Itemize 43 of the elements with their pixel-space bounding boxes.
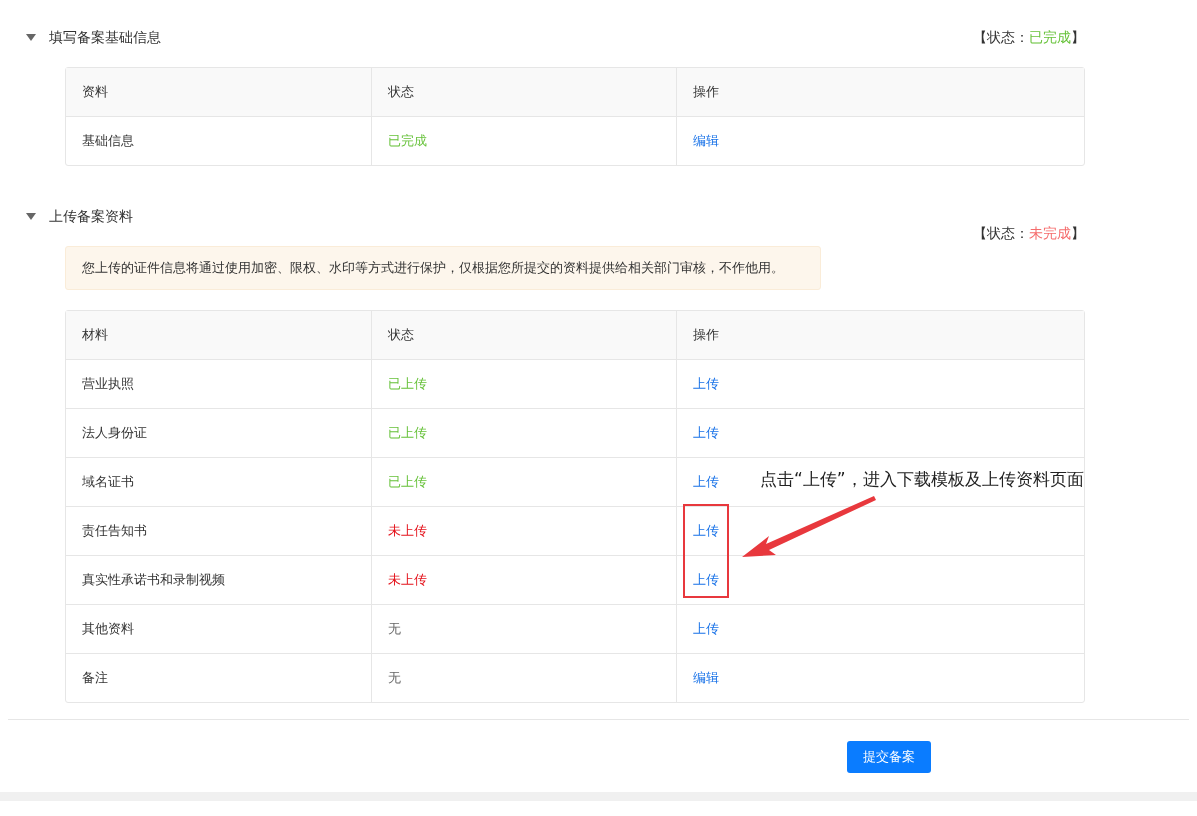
action-link[interactable]: 编辑: [693, 669, 719, 687]
column-header: 操作: [676, 311, 1084, 359]
status-cell: 未上传: [371, 507, 676, 555]
table-cell-text: 其他资料: [81, 620, 135, 638]
action-link[interactable]: 上传: [693, 571, 719, 589]
submit-button[interactable]: 提交备案: [847, 741, 931, 773]
action-link[interactable]: 上传: [693, 522, 719, 540]
action-link[interactable]: 上传: [693, 620, 719, 638]
status-cell: 已完成: [371, 117, 676, 165]
table-cell-text: 责任告知书: [81, 522, 148, 540]
notice-banner: 您上传的证件信息将通过使用加密、限权、水印等方式进行保护，仅根据您所提交的资料提供给相关部门审核，不作他用。: [65, 246, 821, 290]
status-cell: 无: [371, 605, 676, 653]
column-header: 状态: [371, 68, 676, 116]
action-link[interactable]: 上传: [693, 473, 719, 491]
annotation-text: 点击“上传”，进入下载模板及上传资料页面: [760, 468, 1084, 491]
table-cell-text: 域名证书: [81, 473, 135, 491]
section-title: 填写备案基础信息: [49, 29, 161, 47]
action-link[interactable]: 编辑: [693, 132, 719, 150]
table-cell-text: 备注: [81, 669, 109, 687]
caret-down-icon[interactable]: [26, 34, 36, 42]
status-cell: 已上传: [371, 360, 676, 408]
section-title: 上传备案资料: [49, 208, 133, 226]
status-value: 已完成: [1029, 29, 1071, 45]
table-cell-text: 法人身份证: [81, 424, 148, 442]
status-cell: 已上传: [371, 409, 676, 457]
status-cell: 未上传: [371, 556, 676, 604]
column-header: 资料: [81, 83, 109, 101]
column-header: 操作: [676, 68, 1084, 116]
action-link[interactable]: 上传: [693, 375, 719, 393]
status-value: 未完成: [1029, 225, 1071, 241]
status-bracket: 【状态：: [973, 225, 1029, 241]
status-bracket: 】: [1071, 29, 1085, 45]
table-cell-text: 营业执照: [81, 375, 135, 393]
column-header: 材料: [81, 326, 109, 344]
status-cell: 已上传: [371, 458, 676, 506]
column-header: 状态: [371, 311, 676, 359]
table-cell-text: 基础信息: [81, 132, 135, 150]
status-bracket: 【状态：: [973, 29, 1029, 45]
table-cell-text: 真实性承诺书和录制视频: [81, 571, 226, 589]
status-bracket: 】: [1071, 225, 1085, 241]
action-link[interactable]: 上传: [693, 424, 719, 442]
status-cell: 无: [371, 654, 676, 702]
caret-down-icon[interactable]: [26, 213, 36, 221]
